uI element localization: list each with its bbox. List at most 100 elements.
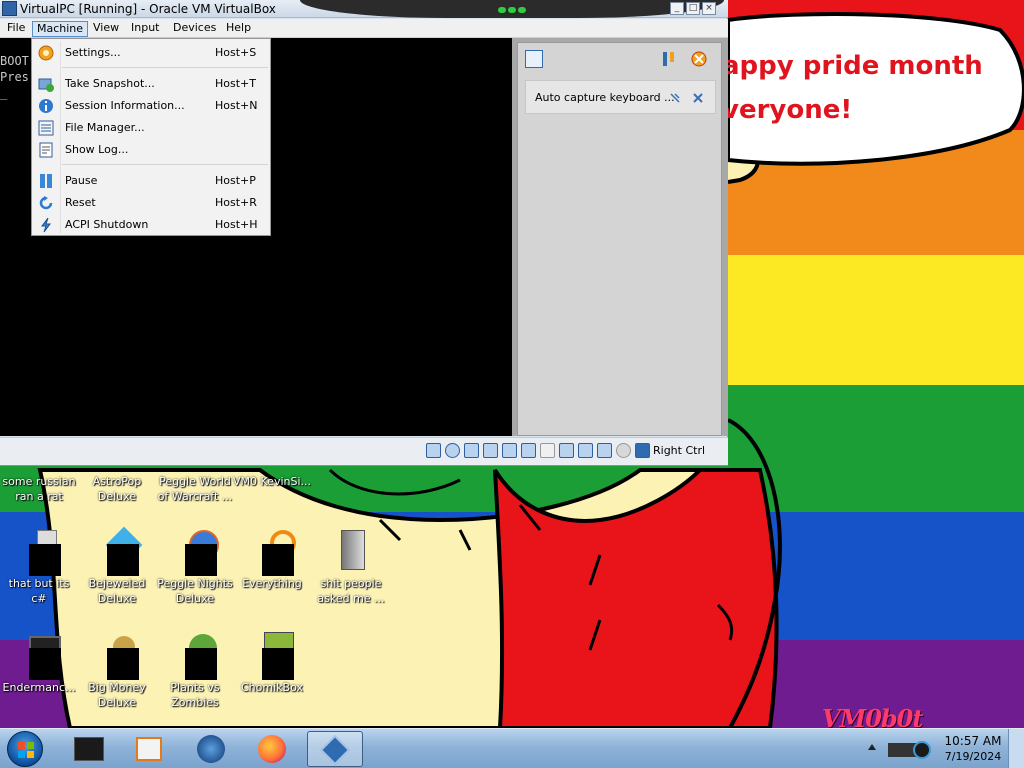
clock-time[interactable]: 10:57 AM (942, 734, 1004, 748)
clear-all-icon[interactable] (690, 50, 708, 68)
hard-disk-icon[interactable] (426, 443, 441, 458)
menu-item-session-information[interactable]: Session Information... Host+N (32, 95, 270, 117)
dismiss-icon[interactable] (692, 92, 704, 104)
peggle-icon (171, 528, 219, 576)
taskbar-app-browser-globe[interactable] (184, 731, 240, 767)
desktop-icon-label: Everything (242, 577, 302, 590)
desktop-icon-label: Endermanc... (2, 681, 76, 694)
desktop-icon-plants-vs-zombies[interactable]: Plants vs Zombies (156, 632, 234, 710)
menu-help[interactable]: Help (222, 21, 255, 37)
menu-item-shortcut: Host+H (215, 218, 258, 231)
pin-icon[interactable] (669, 92, 681, 104)
menu-item-show-log[interactable]: Show Log... (32, 139, 270, 161)
window-title: VirtualPC [Running] - Oracle VM VirtualB… (20, 2, 276, 16)
mouse-integration-icon[interactable] (616, 443, 631, 458)
menu-item-label: Show Log... (65, 143, 129, 156)
menu-item-acpi-shutdown[interactable]: ACPI Shutdown Host+H (32, 214, 270, 236)
taskbar: 10:57 AM 7/19/2024 (0, 728, 1024, 768)
desktop-icon-shit-people-asked-me[interactable]: shit people asked me ... (312, 528, 390, 606)
gear-icon (38, 45, 54, 61)
cpu-activity-icon[interactable] (597, 443, 612, 458)
gem-icon (93, 526, 143, 576)
menu-bar: File Machine View Input Devices Help (0, 19, 728, 38)
file-manager-icon (38, 120, 54, 136)
shared-folders-icon[interactable] (540, 443, 555, 458)
audio-icon[interactable] (483, 443, 498, 458)
desktop-icon-peggle-world-of-warcraft[interactable]: Peggle World of Warcraft ... (156, 474, 234, 504)
status-bar: Right Ctrl (0, 437, 728, 465)
desktop-icon-big-money-deluxe[interactable]: Big Money Deluxe (78, 632, 156, 710)
menu-separator (62, 67, 268, 68)
pause-icon (40, 174, 52, 188)
clock-date[interactable]: 7/19/2024 (942, 750, 1004, 763)
start-button[interactable] (7, 731, 43, 767)
usb-icon[interactable] (521, 443, 536, 458)
speech-line-1: appy pride month (722, 51, 983, 81)
speech-line-2: veryone! (722, 95, 853, 125)
show-desktop-button[interactable] (1008, 729, 1024, 768)
taskbar-app-firefox[interactable] (245, 731, 301, 767)
speech-bubble-text: appy pride month veryone! (722, 44, 983, 132)
artist-watermark: VM0b0t (822, 704, 923, 728)
menu-devices[interactable]: Devices (169, 21, 220, 37)
maximize-button[interactable]: □ (686, 2, 700, 15)
menu-file[interactable]: File (3, 21, 29, 37)
menu-item-reset[interactable]: Reset Host+R (32, 192, 270, 214)
desktop-icon-endermanc[interactable]: Endermanc... (0, 632, 78, 695)
desktop-icon-astropop-deluxe[interactable]: AstroPop Deluxe (78, 474, 156, 504)
menu-item-file-manager[interactable]: File Manager... (32, 117, 270, 139)
menu-view[interactable]: View (89, 21, 123, 37)
menu-machine[interactable]: Machine (32, 21, 89, 37)
desktop-icon-label: VM0 KevinSi... (233, 475, 312, 488)
reset-icon (39, 196, 53, 210)
menu-item-shortcut: Host+S (215, 46, 257, 59)
globe-icon (197, 735, 225, 763)
desktop-icon-peggle-nights-deluxe[interactable]: Peggle Nights Deluxe (156, 528, 234, 606)
keyboard-capture-icon[interactable] (635, 443, 650, 458)
menu-item-shortcut: Host+R (215, 196, 257, 209)
taskbar-app-media-player[interactable] (122, 731, 178, 767)
menu-item-label: Session Information... (65, 99, 185, 112)
desktop-icon-everything[interactable]: Everything (233, 528, 311, 591)
desktop-icon-chomikbox[interactable]: ChomikBox (233, 632, 311, 695)
menu-item-shortcut: Host+N (215, 99, 258, 112)
menu-item-label: Reset (65, 196, 96, 209)
taskbar-app-virtualbox[interactable] (307, 731, 363, 767)
sort-icon[interactable] (661, 50, 679, 68)
host-key-label[interactable]: Right Ctrl (653, 444, 705, 457)
menu-item-pause[interactable]: Pause Host+P (32, 170, 270, 192)
notification-text: Auto capture keyboard ... (535, 91, 675, 104)
menu-item-shortcut: Host+P (215, 174, 256, 187)
optical-drive-icon[interactable] (445, 443, 460, 458)
menu-separator (62, 164, 268, 165)
desktop-icon-bejeweled-deluxe[interactable]: Bejeweled Deluxe (78, 526, 156, 606)
log-icon (39, 142, 53, 158)
desktop-icon-label: that but its c# (8, 577, 70, 605)
display-icon[interactable] (559, 443, 574, 458)
menu-item-settings[interactable]: Settings... Host+S (32, 42, 270, 64)
notification-center-icon[interactable] (525, 50, 543, 68)
desktop-icon-label: some russian ran a rat (2, 475, 76, 503)
network-icon[interactable] (502, 443, 517, 458)
show-hidden-icons-chevron-icon[interactable] (868, 744, 876, 750)
menu-item-take-snapshot[interactable]: Take Snapshot... Host+T (32, 73, 270, 95)
notification-center: Auto capture keyboard ... (517, 42, 722, 436)
taskbar-app-terminal[interactable] (62, 731, 118, 767)
system-tray: 10:57 AM 7/19/2024 (862, 729, 1024, 768)
desktop-icon-label: Big Money Deluxe (88, 681, 146, 709)
tray-camera-icon[interactable] (884, 737, 934, 761)
desktop-icon-vm0-kevinsi[interactable]: VM0 KevinSi... (233, 474, 311, 489)
desktop-icon-label: Peggle Nights Deluxe (157, 577, 233, 605)
floppy-icon[interactable] (464, 443, 479, 458)
window-titlebar[interactable]: VirtualPC [Running] - Oracle VM VirtualB… (0, 0, 728, 18)
minimize-button[interactable]: _ (670, 2, 684, 15)
desktop-icon-label: ChomikBox (241, 681, 303, 694)
menu-item-shortcut: Host+T (215, 77, 256, 90)
notification-auto-capture[interactable]: Auto capture keyboard ... (525, 80, 716, 114)
close-button[interactable]: × (702, 2, 716, 15)
recording-icon[interactable] (578, 443, 593, 458)
console-line: BOOT (0, 54, 29, 68)
desktop-icon-that-but-its-csharp[interactable]: that but its c# (0, 528, 78, 606)
menu-input[interactable]: Input (127, 21, 163, 37)
desktop-icon-some-russian-ran-a-rat[interactable]: some russian ran a rat (0, 474, 78, 504)
